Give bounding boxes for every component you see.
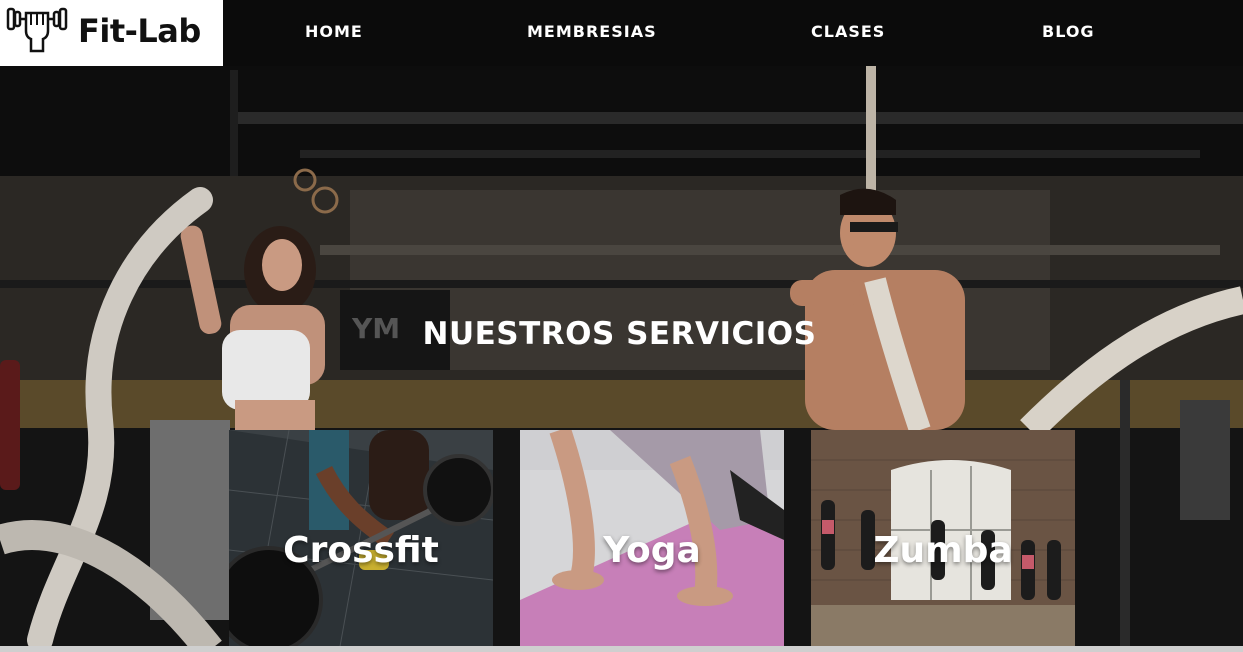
section-title: NUESTROS SERVICIOS <box>0 316 1243 352</box>
brand-name: Fit-Lab <box>78 12 201 50</box>
service-label-zumba: Zumba <box>873 530 1013 571</box>
bottom-divider <box>0 646 1243 652</box>
section-title-text: NUESTROS SERVICIOS <box>422 316 817 352</box>
service-card-yoga[interactable]: Yoga <box>520 430 784 652</box>
nav-membresias[interactable]: MEMBRESIAS <box>527 22 657 41</box>
service-card-crossfit[interactable]: Crossfit <box>229 430 493 652</box>
dumbbell-fist-icon <box>6 7 68 53</box>
site-header: Fit-Lab HOME MEMBRESIAS CLASES BLOG <box>0 0 1243 66</box>
service-card-zumba[interactable]: Zumba <box>811 430 1075 652</box>
logo[interactable]: Fit-Lab <box>0 0 223 66</box>
service-label-crossfit: Crossfit <box>283 530 439 571</box>
nav-home[interactable]: HOME <box>305 22 363 41</box>
service-label-yoga: Yoga <box>603 530 701 571</box>
nav-blog[interactable]: BLOG <box>1042 22 1095 41</box>
nav-clases[interactable]: CLASES <box>811 22 885 41</box>
